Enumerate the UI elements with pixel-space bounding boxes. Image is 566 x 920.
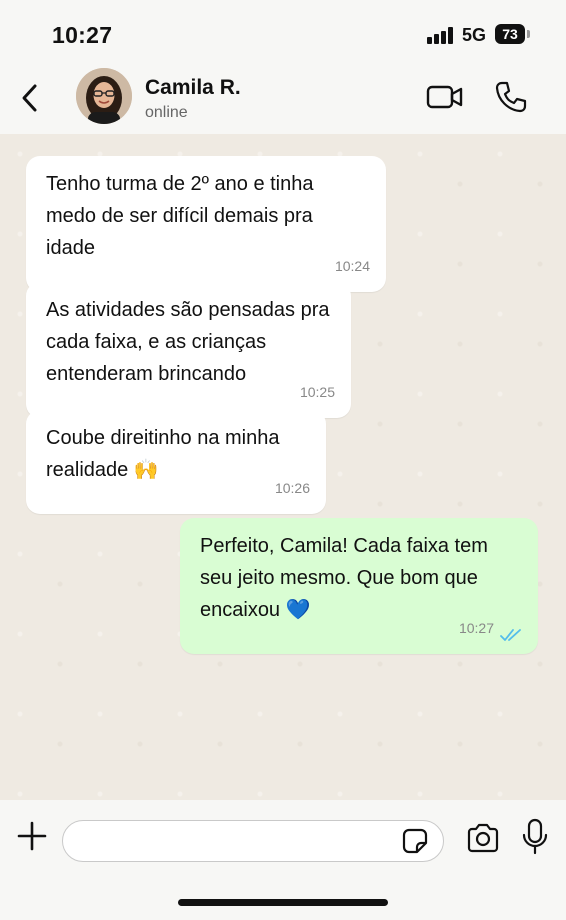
avatar[interactable] [76, 68, 132, 124]
battery-icon: 73 [495, 24, 525, 44]
sticker-icon [402, 828, 428, 854]
microphone-icon [522, 818, 548, 855]
message-composer [0, 800, 566, 920]
message-input[interactable] [62, 820, 444, 862]
voice-message-button[interactable] [522, 818, 548, 856]
video-camera-icon [426, 85, 463, 109]
message-text: As atividades são pensadas pra cada faix… [46, 299, 330, 385]
home-indicator [178, 899, 388, 906]
sticker-button[interactable] [402, 828, 428, 854]
camera-button[interactable] [466, 823, 500, 853]
contact-status: online [145, 104, 188, 121]
network-type: 5G [462, 25, 487, 45]
phone-icon [495, 81, 527, 113]
message-text: Tenho turma de 2º ano e tinha medo de se… [46, 173, 314, 259]
message-time: 10:27 [458, 620, 494, 636]
signal-strength-icon [427, 27, 455, 44]
plus-icon [17, 821, 47, 851]
message-bubble-incoming[interactable]: Coube direitinho na minha realidade 🙌 10… [26, 410, 326, 514]
chat-header: Camila R. online [0, 68, 566, 134]
attach-button[interactable] [16, 820, 48, 852]
video-call-button[interactable] [426, 82, 464, 112]
battery-nub [527, 30, 530, 38]
camera-icon [467, 823, 499, 853]
status-bar: 10:27 5G 73 [0, 0, 566, 68]
status-time: 10:27 [52, 22, 113, 48]
message-bubble-incoming[interactable]: Tenho turma de 2º ano e tinha medo de se… [26, 156, 386, 292]
message-time: 10:26 [274, 480, 310, 496]
message-text: Coube direitinho na minha realidade 🙌 [46, 427, 280, 481]
message-list: Tenho turma de 2º ano e tinha medo de se… [0, 134, 566, 800]
back-button[interactable] [16, 80, 46, 116]
voice-call-button[interactable] [494, 80, 528, 114]
message-time: 10:24 [334, 258, 370, 274]
message-time: 10:25 [299, 384, 335, 400]
message-bubble-incoming[interactable]: As atividades são pensadas pra cada faix… [26, 282, 351, 418]
chevron-left-icon [22, 84, 37, 112]
double-check-icon [500, 629, 521, 641]
message-bubble-outgoing[interactable]: Perfeito, Camila! Cada faixa tem seu jei… [180, 518, 538, 654]
contact-name[interactable]: Camila R. [145, 76, 241, 100]
